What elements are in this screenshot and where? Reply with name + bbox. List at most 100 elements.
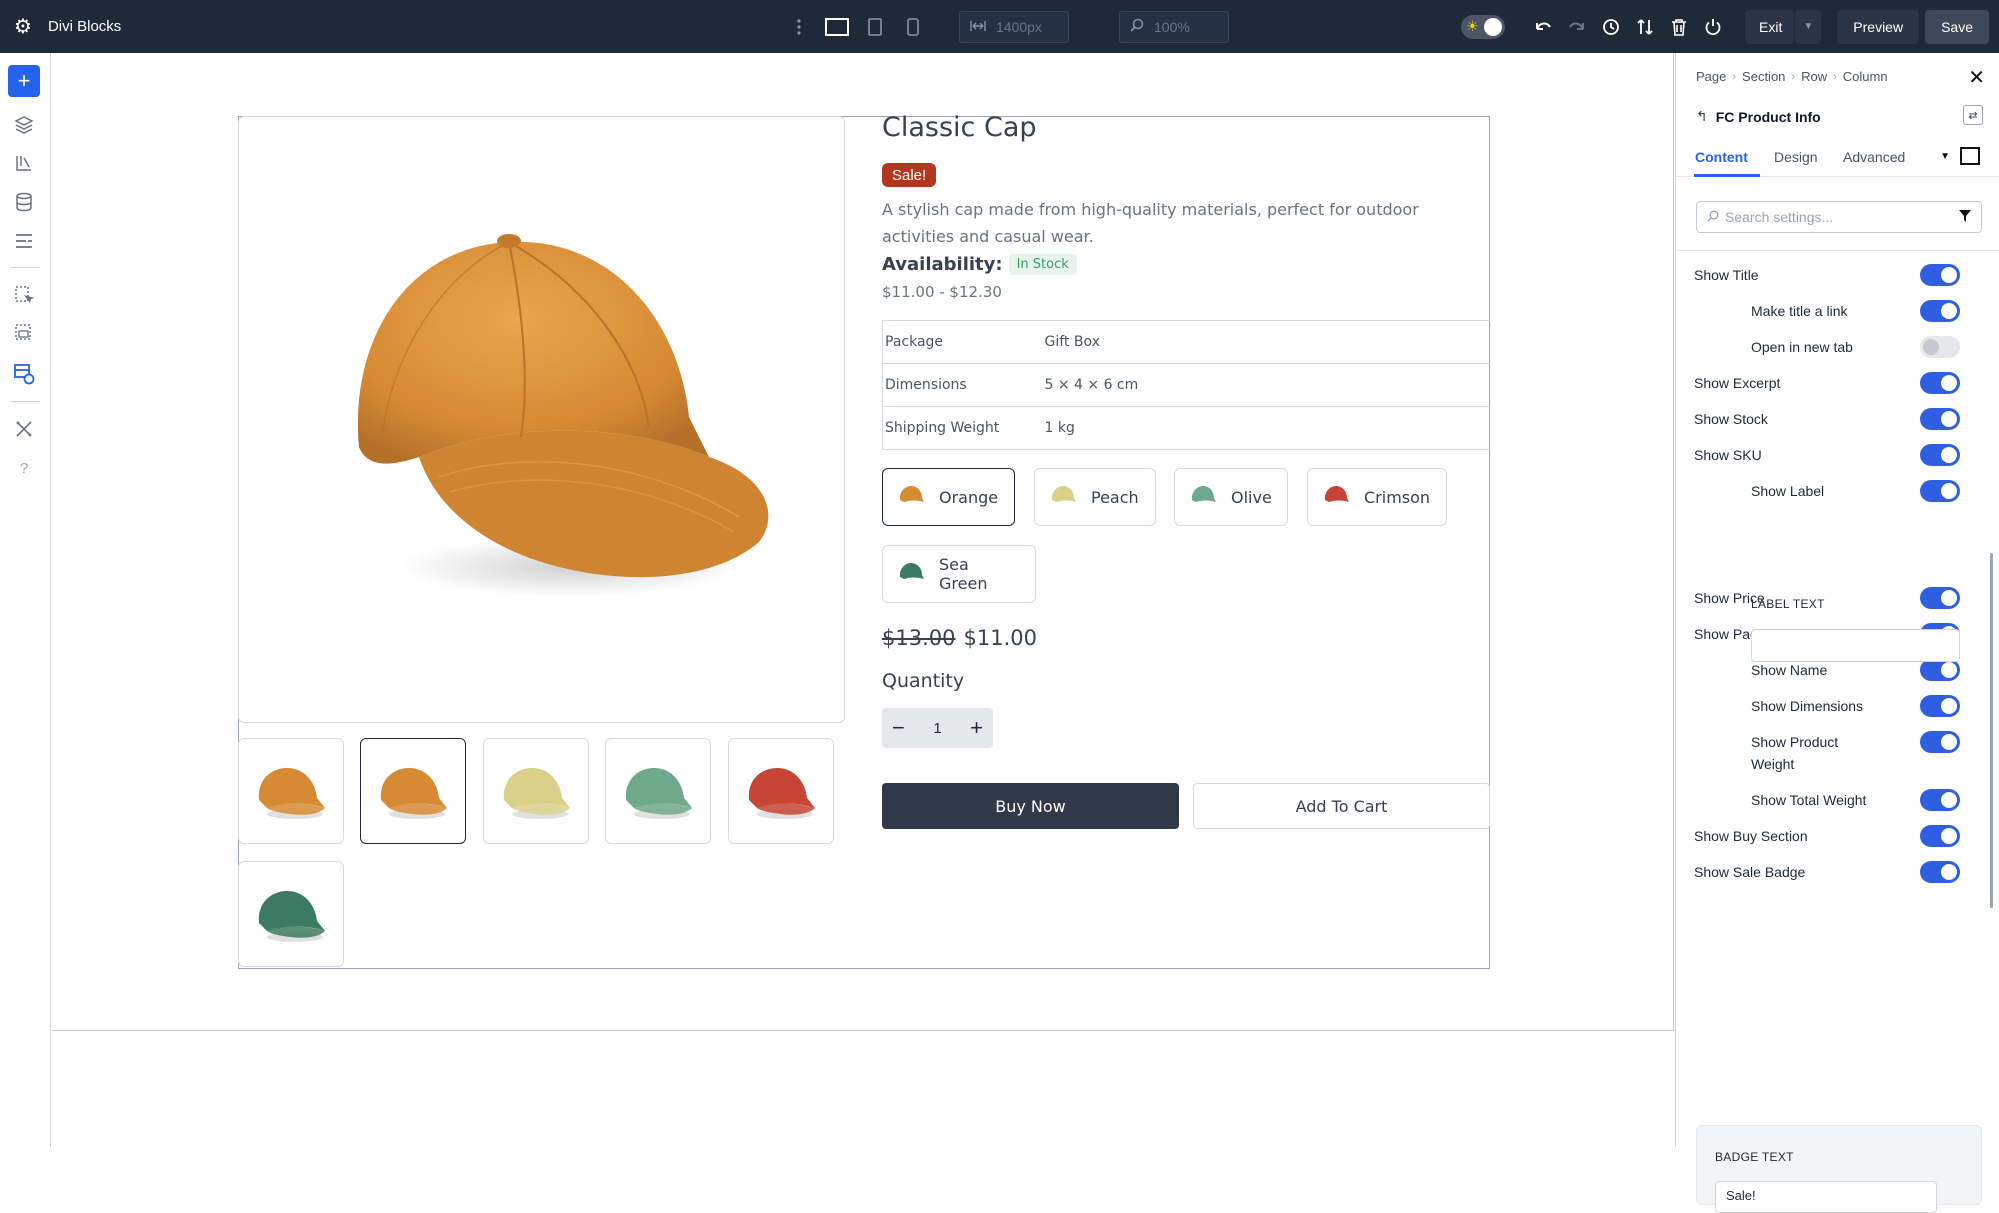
panel-scrollbar[interactable] (1990, 553, 1993, 908)
thumbnail-1[interactable] (238, 738, 344, 844)
toggle-switch[interactable] (1920, 336, 1960, 358)
thumbnail-4[interactable] (605, 738, 711, 844)
tools-icon[interactable] (11, 416, 37, 442)
canvas-width-field[interactable]: 1400px (959, 10, 1069, 43)
zoom-icon (1130, 18, 1144, 35)
toggle-switch[interactable] (1920, 587, 1960, 609)
search-settings-input[interactable]: Search settings... (1696, 201, 1982, 233)
spec-label: Package (882, 320, 1045, 364)
toggle-switch[interactable] (1920, 444, 1960, 466)
label-text-input[interactable] (1751, 629, 1960, 662)
toggle-switch[interactable] (1920, 300, 1960, 322)
sale-badge: Sale! (882, 163, 937, 187)
toggle-switch[interactable] (1920, 408, 1960, 430)
module-options-icon[interactable]: ⇄ (1963, 105, 1983, 125)
cap-icon (503, 768, 570, 819)
buy-now-label: Buy Now (995, 796, 1066, 816)
library-icon[interactable] (11, 150, 37, 176)
theme-builder-icon[interactable] (11, 361, 37, 387)
back-icon[interactable]: ↰ (1696, 108, 1708, 125)
gear-icon[interactable]: ⚙ (14, 14, 32, 39)
toggle-switch[interactable] (1920, 372, 1960, 394)
save-label: Save (1941, 18, 1973, 35)
thumbnail-6[interactable] (238, 861, 344, 967)
breadcrumb-row[interactable]: Row (1801, 69, 1827, 84)
cap-icon (380, 768, 447, 819)
plus-icon[interactable]: + (970, 717, 983, 739)
variant-label: Crimson (1364, 487, 1431, 507)
database-icon[interactable] (11, 189, 37, 215)
exit-dropdown-button[interactable]: ▼ (1795, 9, 1822, 44)
sort-icon[interactable] (1631, 13, 1659, 41)
help-icon[interactable]: ? (11, 455, 37, 481)
variant-olive[interactable]: Olive (1174, 468, 1288, 526)
toggle-switch[interactable] (1920, 861, 1960, 883)
history-icon[interactable] (1597, 13, 1625, 41)
thumbnail-5[interactable] (728, 738, 834, 844)
power-icon[interactable] (1699, 13, 1727, 41)
cap-icon (1189, 484, 1217, 510)
toggle-switch[interactable] (1920, 789, 1960, 811)
buy-now-button[interactable]: Buy Now (882, 783, 1179, 829)
redo-icon[interactable] (1563, 13, 1591, 41)
badge-text-card: BADGE TEXT Sale! (1696, 1125, 1982, 1213)
variant-crimson[interactable]: Crimson (1307, 468, 1447, 526)
undo-icon[interactable] (1529, 13, 1557, 41)
responsive-controls: 1400px 100% (785, 0, 1229, 53)
chevron-down-icon[interactable]: ▼ (1940, 151, 1950, 162)
page-settings-icon[interactable] (11, 283, 37, 309)
toggle-switch[interactable] (1920, 264, 1960, 286)
toggle-switch[interactable] (1920, 659, 1960, 681)
variant-label: Peach (1091, 487, 1139, 507)
quantity-value[interactable]: 1 (933, 720, 941, 737)
theme-toggle[interactable]: ☀ (1461, 14, 1506, 39)
add-to-cart-button[interactable]: Add To Cart (1193, 783, 1490, 829)
badge-text-input[interactable]: Sale! (1715, 1181, 1937, 1213)
breadcrumb-page[interactable]: Page (1696, 69, 1726, 84)
tablet-view-icon[interactable] (861, 13, 889, 41)
main-product-image[interactable] (238, 116, 845, 723)
variant-sea-green[interactable]: Sea Green (882, 545, 1036, 603)
save-button[interactable]: Save (1925, 9, 1989, 44)
zoom-field[interactable]: 100% (1119, 10, 1229, 43)
tab-advanced[interactable]: Advanced (1843, 149, 1905, 165)
variant-orange[interactable]: Orange (882, 468, 1015, 526)
breadcrumb-column[interactable]: Column (1843, 69, 1888, 84)
setting-row: Show Product Weight (1676, 727, 1999, 772)
setting-row: Show Excerpt (1676, 368, 1999, 398)
close-icon[interactable]: ✕ (1968, 65, 1985, 90)
setting-row: Show Title (1676, 260, 1999, 290)
minus-icon[interactable]: − (892, 717, 905, 739)
setting-label: Open in new tab (1751, 339, 1853, 355)
variant-peach[interactable]: Peach (1034, 468, 1156, 526)
panel-divider (1676, 250, 1999, 251)
desktop-view-icon[interactable] (823, 13, 851, 41)
list-icon[interactable] (11, 228, 37, 254)
add-module-button[interactable]: + (8, 65, 40, 97)
sale-price: $11.00 (963, 626, 1037, 650)
settings-tabs: Content Design Advanced ▼ (1676, 141, 1999, 177)
setting-row: Make title a link (1676, 296, 1999, 326)
quantity-stepper[interactable]: − 1 + (882, 708, 993, 748)
template-icon[interactable] (11, 321, 37, 347)
filter-icon[interactable] (1959, 209, 1971, 225)
thumbnail-3[interactable] (483, 738, 589, 844)
preview-button[interactable]: Preview (1837, 9, 1920, 44)
setting-row: Show Price (1676, 583, 1999, 613)
kebab-menu-icon[interactable] (785, 13, 813, 41)
layers-icon[interactable] (11, 112, 37, 138)
exit-button[interactable]: Exit (1745, 9, 1796, 44)
phone-view-icon[interactable] (899, 13, 927, 41)
cap-icon (625, 768, 692, 819)
product-specs-table: Package Gift Box Dimensions 5 × 4 × 6 cm… (882, 320, 1490, 450)
tab-content[interactable]: Content (1695, 149, 1748, 165)
toggle-switch[interactable] (1920, 480, 1960, 502)
toggle-switch[interactable] (1920, 731, 1960, 753)
breadcrumb-section[interactable]: Section (1742, 69, 1785, 84)
tab-design[interactable]: Design (1774, 149, 1818, 165)
trash-icon[interactable] (1665, 13, 1693, 41)
thumbnail-2[interactable] (360, 738, 466, 844)
toggle-switch[interactable] (1920, 695, 1960, 717)
toggle-switch[interactable] (1920, 825, 1960, 847)
view-mode-icon[interactable] (1960, 147, 1980, 165)
